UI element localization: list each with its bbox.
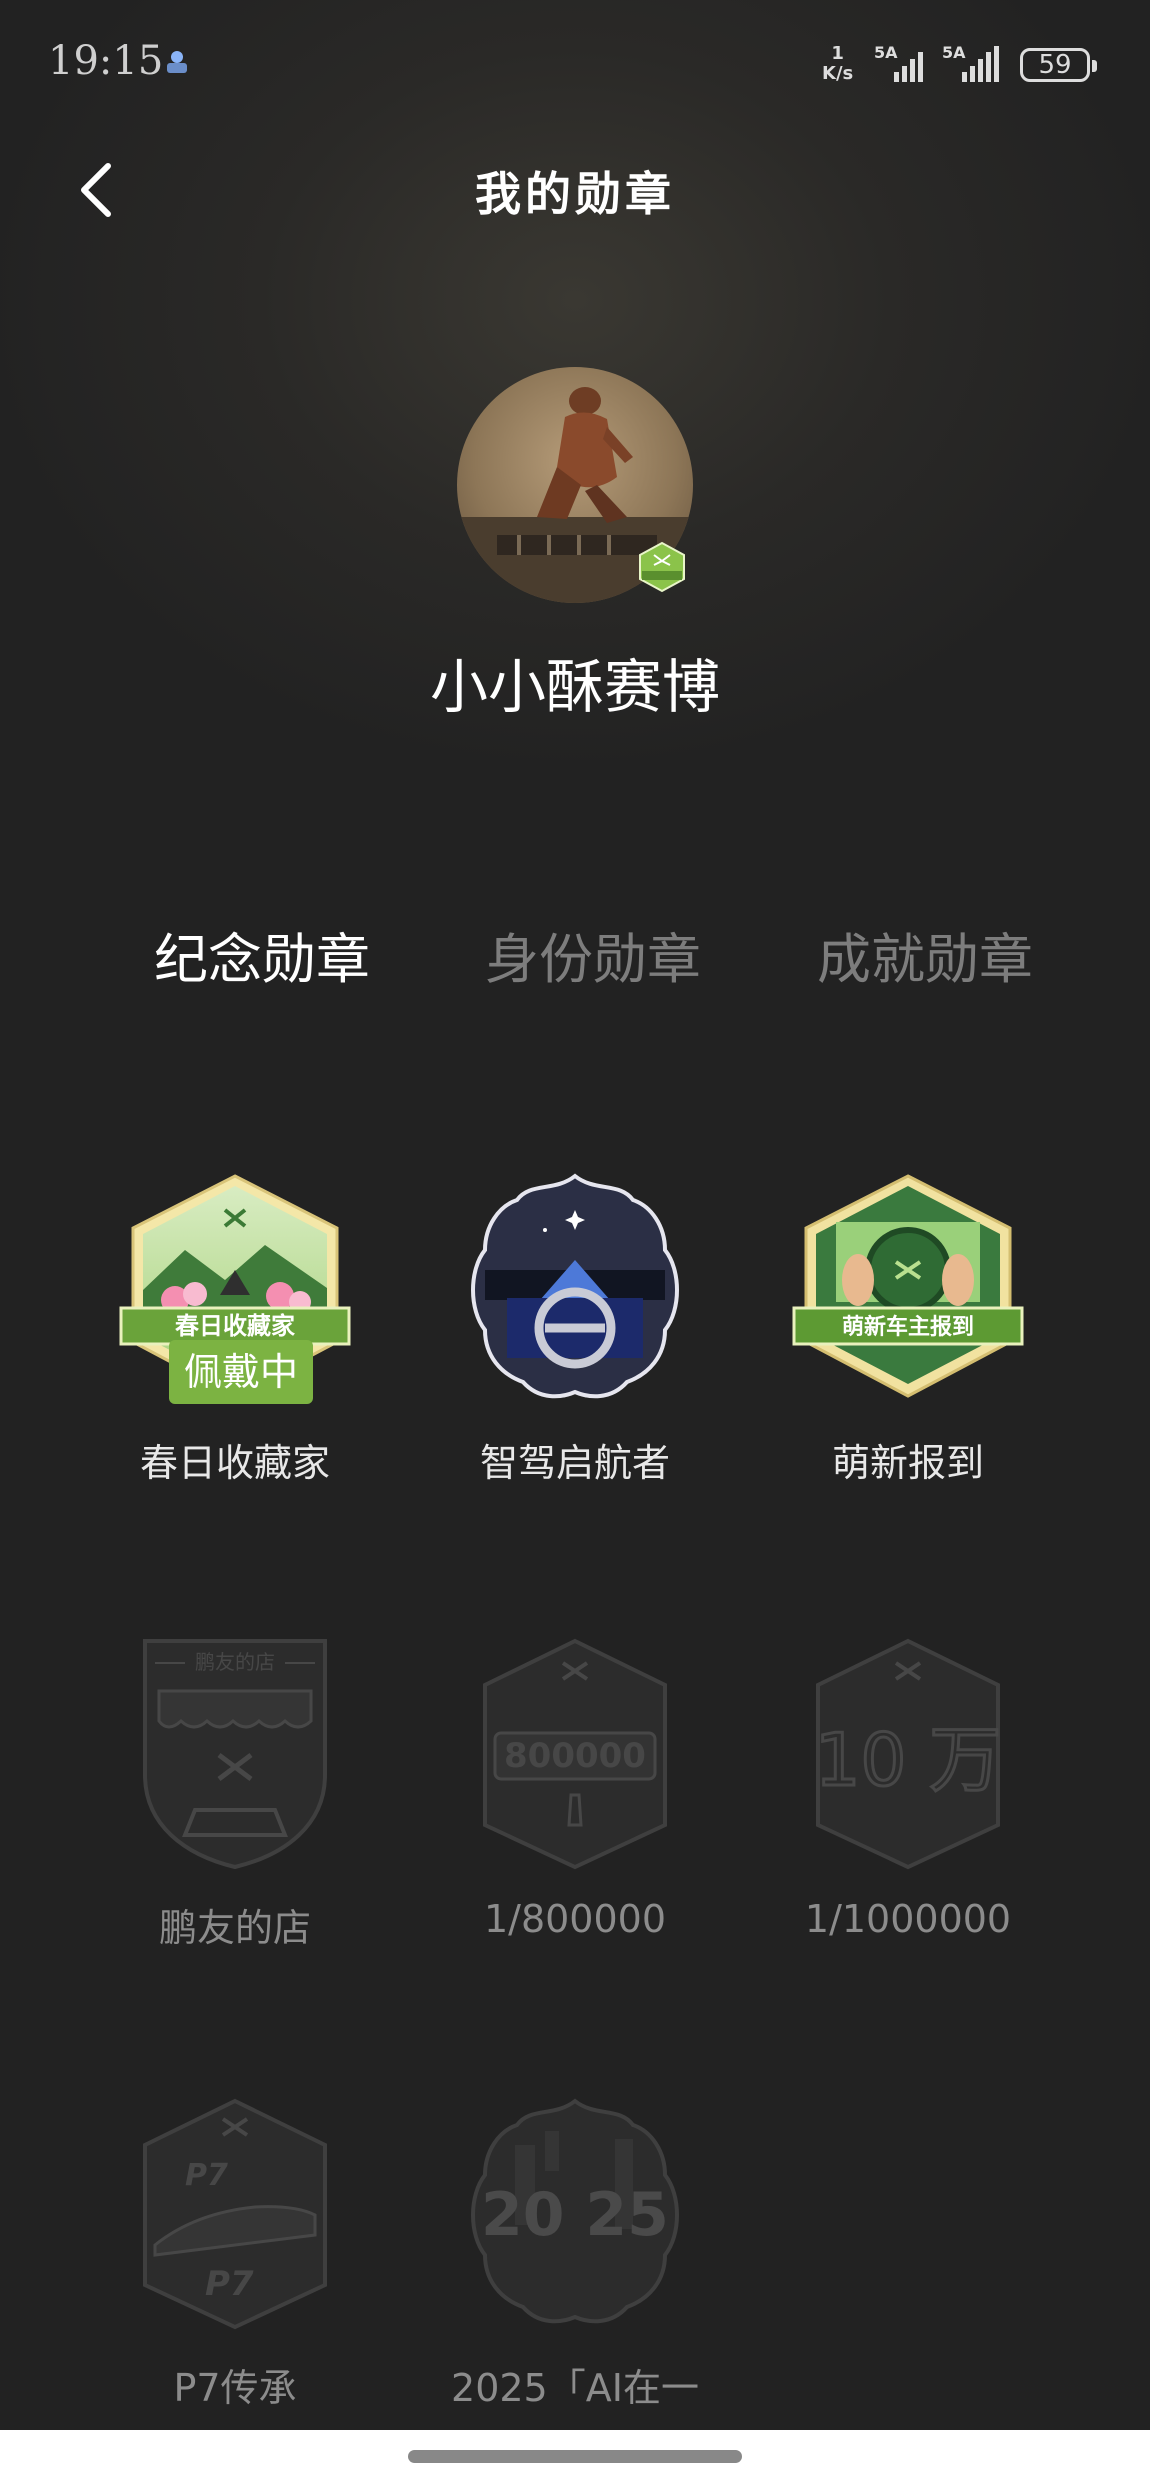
status-time: 19:15 [48, 38, 164, 84]
spring-collector-ribbon-text: 春日收藏家 [175, 1312, 295, 1340]
badge-label: P7传承 [173, 2366, 297, 2410]
p7-badge-icon: P7 P7 [115, 2095, 355, 2335]
badge-p7-heritage[interactable]: P7 P7 P7传承 [85, 2095, 385, 2412]
badge-800000[interactable]: 800000 1/800000 [425, 1635, 725, 1941]
tab-identity[interactable]: 身份勋章 [443, 915, 743, 994]
status-bar: 19:15 1 K/s 5A 5A 59 [0, 0, 1150, 130]
badge-smart-driving-pioneer[interactable]: 智驾启航者 [425, 1170, 725, 1487]
badge-label: 1/800000 [483, 1897, 667, 1941]
app-notification-icon [162, 48, 192, 80]
smart-driving-badge-icon [455, 1170, 695, 1410]
badge-label: 鹏友的店 [158, 1906, 311, 1950]
p7-badge-art-text: P7 [185, 2158, 228, 2193]
signal-1-label: 5A [874, 44, 898, 62]
badge-1000000[interactable]: 10 万 1/1000000 [758, 1635, 1058, 1941]
spring-collector-badge-icon: 春日收藏家 佩戴中 [115, 1170, 355, 1410]
badge-label: 2025「AI在一 [451, 2366, 699, 2410]
page-title: 我的勋章 [475, 167, 675, 221]
p7-badge-art-text-lower: P7 [205, 2264, 254, 2304]
signal-1-icon: 5A [872, 43, 930, 88]
tab-commemorative[interactable]: 纪念勋章 [112, 915, 412, 994]
1000000-badge-art-text: 10 万 [815, 1718, 1002, 1802]
username: 小小酥赛博 [429, 653, 720, 721]
store-badge-icon: 鹏友的店 [115, 1635, 355, 1875]
800000-badge-art-text: 800000 [504, 1736, 646, 1776]
badge-spring-collector[interactable]: 春日收藏家 佩戴中 春日收藏家 [85, 1170, 385, 1487]
badge-newbie-checkin[interactable]: 萌新车主报到 萌新报到 [758, 1170, 1058, 1487]
avatar-badge-icon [636, 541, 688, 597]
battery-indicator: 59 [1020, 48, 1097, 82]
badge-pengyou-store[interactable]: 鹏友的店 鹏友的店 [85, 1635, 385, 1952]
badge-label: 萌新报到 [831, 1441, 984, 1485]
badge-label: 1/1000000 [804, 1897, 1012, 1941]
home-indicator[interactable] [408, 2450, 742, 2463]
badge-label: 智驾启航者 [479, 1441, 670, 1485]
badge-category-tabs: 纪念勋章 身份勋章 成就勋章 [0, 915, 1150, 995]
store-badge-art-text: 鹏友的店 [195, 1650, 275, 1674]
newbie-checkin-ribbon-text: 萌新车主报到 [842, 1314, 974, 1340]
signal-2-label: 5A [942, 44, 966, 62]
network-speed-unit: K/s [822, 63, 854, 84]
1000000-badge-icon: 10 万 [788, 1635, 1028, 1875]
tab-achievement[interactable]: 成就勋章 [775, 915, 1075, 994]
2025-ai-badge-icon: 20 25 [455, 2095, 695, 2335]
badge-label: 春日收藏家 [139, 1441, 330, 1485]
2025-badge-art-text: 20 25 [481, 2180, 669, 2250]
network-speed-value: 1 [831, 43, 844, 64]
800000-badge-icon: 800000 [455, 1635, 695, 1875]
wearing-status-tag: 佩戴中 [169, 1340, 313, 1404]
newbie-checkin-badge-icon: 萌新车主报到 [788, 1170, 1028, 1410]
signal-2-icon: 5A [940, 43, 1004, 88]
network-speed: 1 K/s [822, 44, 853, 84]
badge-2025-ai[interactable]: 20 25 2025「AI在一 [425, 2095, 725, 2412]
